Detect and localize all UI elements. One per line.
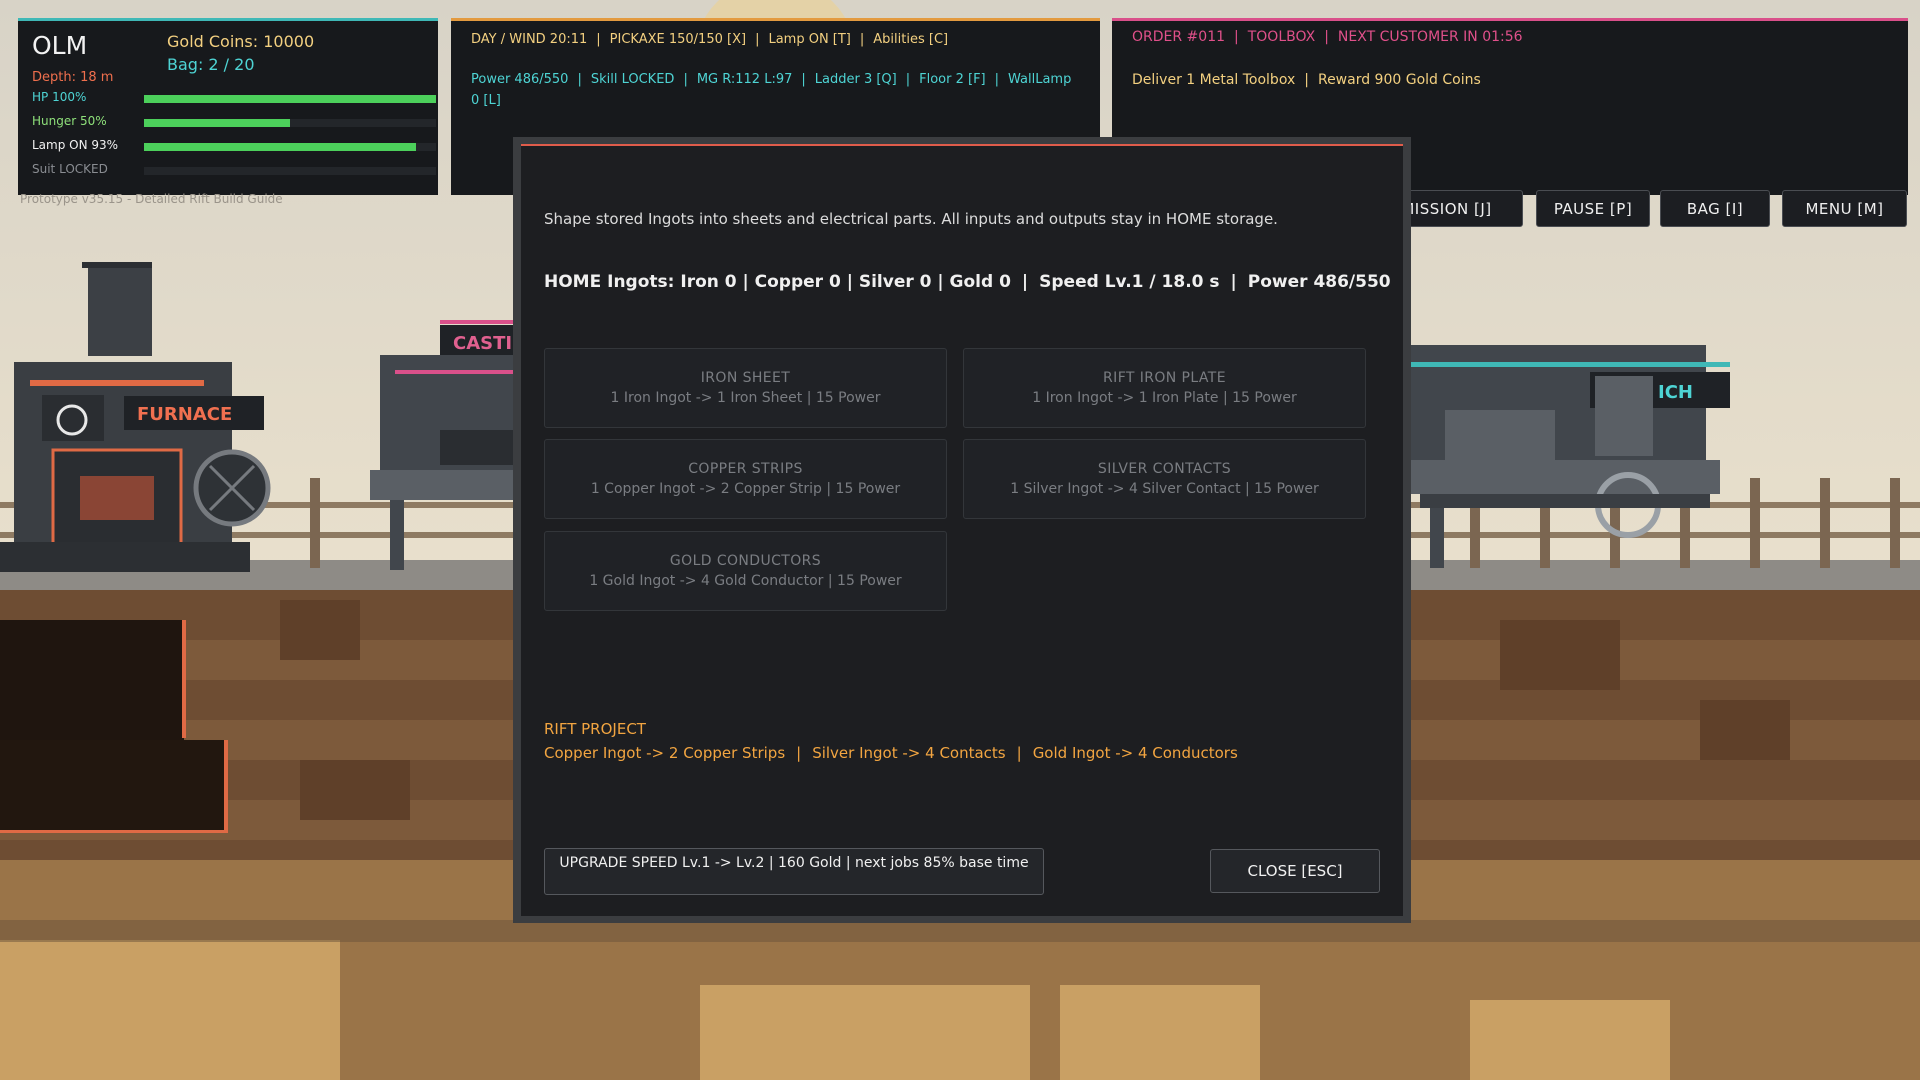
menu-button[interactable]: MENU [M]: [1782, 190, 1907, 227]
status-line-2: Power 486/550 | Skill LOCKED | MG R:112 L:97…: [471, 72, 1072, 87]
depth-readout: Depth: 18 m: [32, 70, 114, 85]
order-reward: Reward 900 Gold Coins: [1317, 72, 1481, 88]
lamp-toggle: Lamp ON [T]: [768, 32, 851, 47]
walllamp-label: WallLamp: [1008, 72, 1072, 87]
version-label: Prototype v35.15 - Detailed Rift Build G…: [20, 192, 283, 206]
hunger-bar-fill: [144, 119, 290, 127]
recipe-title: IRON SHEET: [700, 370, 791, 386]
player-name: OLM: [32, 31, 88, 60]
recipe-detail: 1 Copper Ingot -> 2 Copper Strip | 15 Po…: [590, 481, 901, 497]
modal-power: Power 486/550: [1247, 272, 1391, 292]
order-item: TOOLBOX: [1247, 29, 1316, 45]
suit-bar: [144, 167, 436, 175]
order-line: ORDER #011 | TOOLBOX | NEXT CUSTOMER IN 01:5…: [1132, 29, 1523, 45]
workbench-sign: ICH: [1658, 382, 1693, 403]
pause-button[interactable]: PAUSE [P]: [1536, 190, 1650, 227]
recipe-silver-contacts[interactable]: SILVER CONTACTS 1 Silver Ingot -> 4 Silv…: [963, 439, 1366, 519]
recipe-title: RIFT IRON PLATE: [1103, 370, 1226, 386]
modal-description: Shape stored Ingots into sheets and elec…: [544, 210, 1278, 228]
home-ingots-summary: HOME Ingots: Iron 0 | Copper 0 | Silver …: [544, 272, 1391, 292]
hunger-bar: [144, 119, 436, 127]
shaping-modal: Shape stored Ingots into sheets and elec…: [521, 144, 1403, 916]
rift-item: Gold Ingot -> 4 Conductors: [1032, 744, 1238, 762]
rift-item: Silver Ingot -> 4 Contacts: [812, 744, 1006, 762]
abilities-hotkey: Abilities [C]: [873, 32, 949, 47]
order-number: ORDER #011: [1132, 29, 1226, 45]
recipe-gold-conductors[interactable]: GOLD CONDUCTORS 1 Gold Ingot -> 4 Gold C…: [544, 531, 947, 611]
day-wind: DAY / WIND 20:11: [471, 32, 588, 47]
walllamp-count: 0 [L]: [471, 93, 501, 108]
rift-item: Copper Ingot -> 2 Copper Strips: [544, 744, 786, 762]
recipe-detail: 1 Iron Ingot -> 1 Iron Plate | 15 Power: [1032, 390, 1297, 406]
speed-level: Speed Lv.1 / 18.0 s: [1039, 272, 1220, 292]
upgrade-speed-button[interactable]: UPGRADE SPEED Lv.1 -> Lv.2 | 160 Gold | …: [544, 848, 1044, 895]
rift-project-items: Copper Ingot -> 2 Copper Strips | Silver I…: [544, 744, 1238, 762]
power-readout: Power 486/550: [471, 72, 569, 87]
mg-readout: MG R:112 L:97: [696, 72, 793, 87]
status-line-1: DAY / WIND 20:11 | PICKAXE 150/150 [X] | Lam…: [471, 32, 949, 47]
recipe-detail: 1 Iron Ingot -> 1 Iron Sheet | 15 Power: [610, 390, 881, 406]
recipe-title: COPPER STRIPS: [688, 461, 803, 477]
recipe-copper-strips[interactable]: COPPER STRIPS 1 Copper Ingot -> 2 Copper…: [544, 439, 947, 519]
player-status-panel: OLM Gold Coins: 10000 Bag: 2 / 20 Depth:…: [18, 18, 438, 195]
ladder-count: Ladder 3 [Q]: [814, 72, 897, 87]
recipe-detail: 1 Silver Ingot -> 4 Silver Contact | 15 …: [1010, 481, 1319, 497]
hp-label: HP 100%: [32, 90, 87, 104]
lamp-bar: [144, 143, 436, 151]
next-customer-timer: NEXT CUSTOMER IN 01:56: [1337, 29, 1523, 45]
recipe-iron-sheet[interactable]: IRON SHEET 1 Iron Ingot -> 1 Iron Sheet …: [544, 348, 947, 428]
hunger-label: Hunger 50%: [32, 114, 107, 128]
lamp-bar-fill: [144, 143, 416, 151]
bag-button[interactable]: BAG [I]: [1660, 190, 1770, 227]
suit-label: Suit LOCKED: [32, 162, 108, 176]
home-ingots: HOME Ingots: Iron 0 | Copper 0 | Silver …: [544, 272, 1011, 292]
pickaxe-status: PICKAXE 150/150 [X]: [609, 32, 747, 47]
recipe-detail: 1 Gold Ingot -> 4 Gold Conductor | 15 Po…: [589, 573, 902, 589]
close-button[interactable]: CLOSE [ESC]: [1210, 849, 1380, 893]
bag-capacity: Bag: 2 / 20: [167, 55, 255, 74]
casting-sign: CASTI: [453, 333, 512, 354]
furnace-sign: FURNACE: [137, 404, 232, 425]
order-delivery: Deliver 1 Metal Toolbox: [1132, 72, 1296, 88]
recipe-title: GOLD CONDUCTORS: [669, 553, 822, 569]
hp-bar: [144, 95, 436, 103]
recipe-title: SILVER CONTACTS: [1097, 461, 1232, 477]
rift-project-title: RIFT PROJECT: [544, 720, 646, 738]
hp-bar-fill: [144, 95, 436, 103]
gold-coins: Gold Coins: 10000: [167, 32, 315, 51]
order-detail-line: Deliver 1 Metal Toolbox | Reward 900 Gold …: [1132, 72, 1481, 88]
floor-count: Floor 2 [F]: [919, 72, 986, 87]
skill-status: Skill LOCKED: [590, 72, 675, 87]
lamp-label: Lamp ON 93%: [32, 138, 119, 152]
recipe-rift-iron-plate[interactable]: RIFT IRON PLATE 1 Iron Ingot -> 1 Iron P…: [963, 348, 1366, 428]
